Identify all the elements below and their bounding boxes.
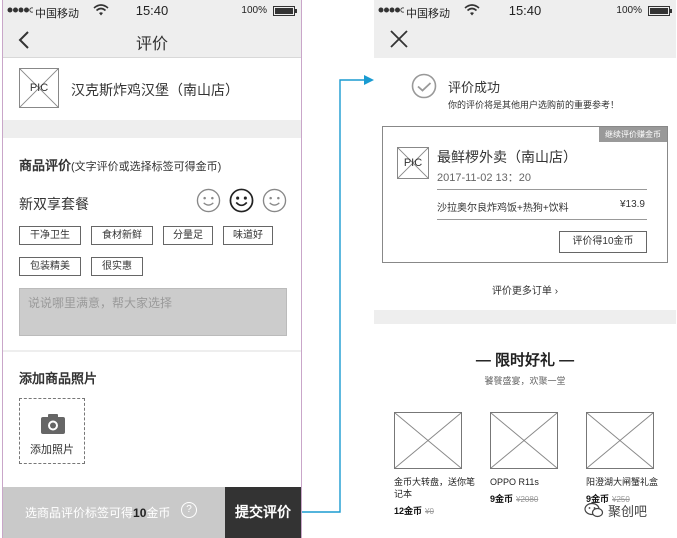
order-time: 2017-11-02 13：20 [437, 172, 531, 184]
order-item: 沙拉奥尔良炸鸡饭+热狗+饮料 [437, 203, 569, 214]
camera-icon [41, 414, 65, 434]
gift-name: 金币大转盘，送你笔记本 [394, 477, 476, 499]
gift-name: 阳澄湖大闸蟹礼盒 [586, 477, 659, 487]
wechat-icon [584, 502, 604, 518]
nav-bar [374, 22, 676, 58]
gift-coins: 9金币 [490, 494, 514, 504]
product-review-heading: 商品评价(文字评价或选择标签可得金币) [19, 155, 221, 174]
photos-heading: 添加商品照片 [19, 371, 98, 386]
nav-bar: 评价 [3, 22, 301, 58]
gift-image-placeholder [586, 412, 654, 469]
order-price: ¥13.9 [619, 199, 645, 210]
watermark: 聚创吧 [584, 500, 647, 520]
tag-value[interactable]: 很实惠 [91, 257, 143, 276]
review-for-coins-button[interactable]: 评价得10金币 [559, 231, 647, 253]
add-photo-button[interactable]: 添加照片 [19, 398, 85, 464]
rating-faces [196, 188, 287, 214]
section-divider [374, 310, 676, 324]
happy-icon[interactable] [229, 188, 254, 213]
dish-name: 新双享套餐 [19, 196, 89, 212]
success-screen: 中国移动 15:40 100% 评价成功 你的评价将是其他用户选购前的重要参考！… [374, 0, 676, 538]
tag-taste[interactable]: 味道好 [223, 226, 273, 245]
status-bar: 中国移动 15:40 100% [374, 0, 676, 22]
status-bar: 中国移动 15:40 100% [3, 0, 301, 22]
more-orders-label: 评价更多订单 [491, 286, 552, 297]
coin-hint-count: 10 [133, 506, 147, 520]
divider [437, 189, 647, 190]
divider [437, 219, 647, 220]
success-title: 评价成功 [448, 80, 501, 95]
success-check-icon [411, 73, 437, 99]
coin-hint: 选商品评价标签可得10金币 [25, 504, 170, 521]
review-more-orders-link[interactable]: 评价更多订单 › [374, 282, 676, 297]
gift-name: OPPO R11s [490, 477, 539, 487]
gift-old-price: ¥2080 [516, 495, 539, 504]
success-subtitle: 你的评价将是其他用户选购前的重要参考！ [448, 100, 620, 110]
smile-icon[interactable] [196, 188, 221, 213]
gift-section-title: — 限时好礼 — [475, 352, 575, 369]
product-review-title: 商品评价 [19, 158, 72, 173]
shop-name: 汉克斯炸鸡汉堡（南山店） [71, 82, 239, 98]
gift-item[interactable]: 金币大转盘，送你笔记本 12金币 ¥0 [394, 412, 475, 517]
section-divider [3, 120, 301, 138]
add-photo-label: 添加照片 [30, 444, 74, 456]
gift-section-subtitle: 饕餮盛宴，欢聚一堂 [484, 376, 566, 386]
close-icon[interactable] [388, 28, 410, 50]
help-icon[interactable]: ? [181, 502, 197, 518]
gift-image-placeholder [490, 412, 558, 469]
gift-old-price: ¥0 [425, 507, 434, 516]
battery-icon [648, 6, 672, 16]
watermark-text: 聚创吧 [608, 503, 648, 519]
shop-image-placeholder: PIC [19, 68, 59, 108]
order-shop-image-placeholder: PIC [397, 147, 429, 179]
tag-packaging[interactable]: 包装精美 [19, 257, 81, 276]
tag-fresh[interactable]: 食材新鲜 [91, 226, 153, 245]
continue-review-badge[interactable]: 继续评价赚金币 [599, 127, 667, 142]
battery-percent: 100% [616, 5, 642, 16]
gift-item[interactable]: OPPO R11s 9金币 ¥2080 [490, 412, 560, 505]
gift-item[interactable]: 阳澄湖大闸蟹礼盒 9金币 ¥250 [586, 412, 658, 505]
battery-percent: 100% [241, 5, 267, 16]
order-card: 继续评价赚金币 PIC 最鲜椤外卖（南山店） 2017-11-02 13：20 … [382, 126, 668, 263]
pic-label: PIC [29, 82, 49, 94]
submit-review-button[interactable]: 提交评价 [225, 487, 301, 538]
order-shop-name: 最鲜椤外卖（南山店） [437, 149, 577, 165]
review-screen: 中国移动 15:40 100% 评价 PIC 汉克斯炸鸡汉堡（南山店） 商品评价… [2, 0, 302, 538]
shop-row: PIC 汉克斯炸鸡汉堡（南山店） [3, 58, 301, 120]
product-review-note: (文字评价或选择标签可得金币) [71, 161, 222, 173]
page-title: 评价 [135, 36, 168, 53]
gift-price: 9金币 ¥2080 [490, 492, 560, 505]
smile-icon[interactable] [262, 188, 287, 213]
gift-coins: 12金币 [394, 506, 423, 516]
battery-icon [273, 6, 297, 16]
pic-label: PIC [403, 157, 423, 169]
tag-portion[interactable]: 分量足 [163, 226, 213, 245]
gift-image-placeholder [394, 412, 462, 469]
chevron-right-icon: › [554, 286, 559, 297]
comment-input[interactable]: 说说哪里满意，帮大家选择 [19, 288, 287, 336]
gift-price: 12金币 ¥0 [394, 504, 464, 517]
coin-hint-suffix: 金币 [146, 506, 171, 520]
coin-hint-prefix: 选商品评价标签可得 [25, 506, 134, 520]
section-divider [3, 350, 301, 352]
bottom-bar: 选商品评价标签可得10金币 ? 提交评价 [3, 487, 301, 538]
tag-clean[interactable]: 干净卫生 [19, 226, 81, 245]
